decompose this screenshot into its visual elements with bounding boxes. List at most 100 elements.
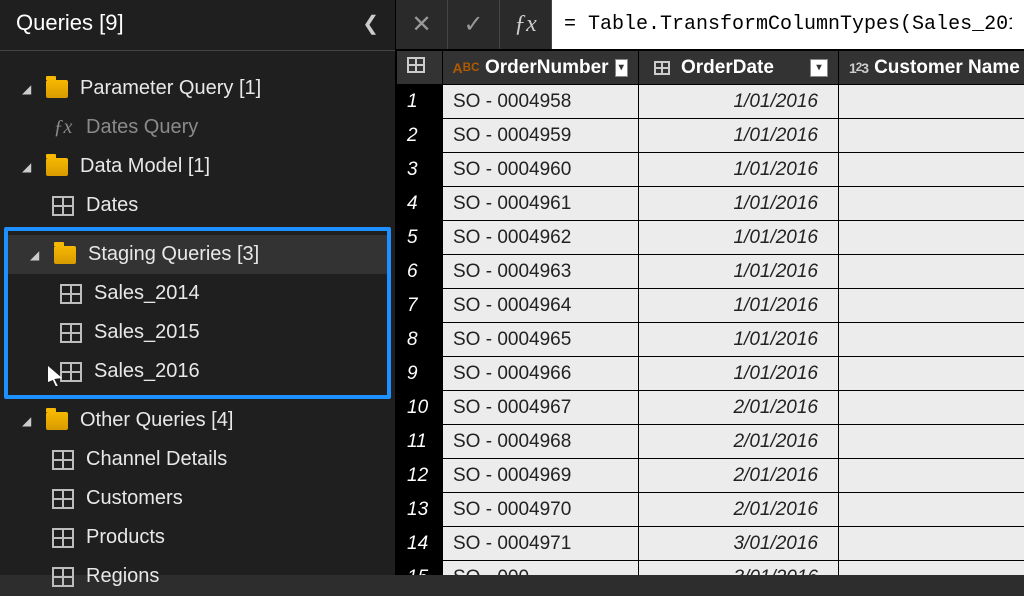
- cell-orderdate[interactable]: 2/01/2016: [639, 493, 839, 527]
- cell-customer[interactable]: [839, 459, 1024, 493]
- cell-customer[interactable]: [839, 221, 1024, 255]
- cell-customer[interactable]: [839, 357, 1024, 391]
- table-row[interactable]: 2SO - 00049591/01/2016: [397, 119, 1024, 153]
- table-row[interactable]: 9SO - 00049661/01/2016: [397, 357, 1024, 391]
- row-number[interactable]: 10: [397, 391, 443, 425]
- row-number[interactable]: 3: [397, 153, 443, 187]
- fx-icon[interactable]: ƒx: [500, 0, 552, 49]
- cell-ordernumber[interactable]: SO - 0004970: [443, 493, 639, 527]
- cell-orderdate[interactable]: 1/01/2016: [639, 221, 839, 255]
- cell-orderdate[interactable]: 1/01/2016: [639, 255, 839, 289]
- expander-icon[interactable]: ◢: [22, 82, 34, 96]
- row-number[interactable]: 15: [397, 561, 443, 576]
- cell-orderdate[interactable]: 1/01/2016: [639, 119, 839, 153]
- cell-customer[interactable]: [839, 425, 1024, 459]
- cell-ordernumber[interactable]: SO - 0004968: [443, 425, 639, 459]
- table-row[interactable]: 4SO - 00049611/01/2016: [397, 187, 1024, 221]
- cell-ordernumber[interactable]: SO - 0004967: [443, 391, 639, 425]
- query-item[interactable]: Channel Details: [0, 440, 395, 479]
- table-row[interactable]: 15SO - 0003/01/2016: [397, 561, 1024, 576]
- select-all-corner[interactable]: [397, 51, 443, 85]
- query-item[interactable]: Sales_2015: [8, 313, 387, 352]
- table-row[interactable]: 1SO - 00049581/01/2016: [397, 85, 1024, 119]
- cell-customer[interactable]: [839, 187, 1024, 221]
- query-group[interactable]: ◢Parameter Query [1]: [0, 69, 395, 108]
- query-group[interactable]: ◢Other Queries [4]: [0, 401, 395, 440]
- cell-ordernumber[interactable]: SO - 0004965: [443, 323, 639, 357]
- cell-orderdate[interactable]: 1/01/2016: [639, 323, 839, 357]
- filter-dropdown-icon[interactable]: ▾: [810, 59, 828, 77]
- cell-customer[interactable]: [839, 323, 1024, 357]
- cell-orderdate[interactable]: 2/01/2016: [639, 459, 839, 493]
- row-number[interactable]: 12: [397, 459, 443, 493]
- table-row[interactable]: 8SO - 00049651/01/2016: [397, 323, 1024, 357]
- cell-ordernumber[interactable]: SO - 0004960: [443, 153, 639, 187]
- query-group[interactable]: ◢Staging Queries [3]: [8, 235, 387, 274]
- column-header[interactable]: 123Customer Name Inc▾: [839, 51, 1024, 85]
- cell-orderdate[interactable]: 1/01/2016: [639, 289, 839, 323]
- cell-ordernumber[interactable]: SO - 0004964: [443, 289, 639, 323]
- row-number[interactable]: 2: [397, 119, 443, 153]
- table-row[interactable]: 10SO - 00049672/01/2016: [397, 391, 1024, 425]
- expander-icon[interactable]: ◢: [22, 160, 34, 174]
- cell-ordernumber[interactable]: SO - 0004959: [443, 119, 639, 153]
- commit-formula-button[interactable]: ✓: [448, 0, 500, 49]
- table-row[interactable]: 11SO - 00049682/01/2016: [397, 425, 1024, 459]
- query-item[interactable]: Dates: [0, 186, 395, 225]
- row-number[interactable]: 9: [397, 357, 443, 391]
- expander-icon[interactable]: ◢: [30, 248, 42, 262]
- cell-customer[interactable]: [839, 493, 1024, 527]
- table-row[interactable]: 7SO - 00049641/01/2016: [397, 289, 1024, 323]
- query-item[interactable]: ƒxDates Query: [0, 108, 395, 147]
- cell-orderdate[interactable]: 1/01/2016: [639, 357, 839, 391]
- query-group[interactable]: ◢Data Model [1]: [0, 147, 395, 186]
- row-number[interactable]: 8: [397, 323, 443, 357]
- row-number[interactable]: 14: [397, 527, 443, 561]
- collapse-chevron-icon[interactable]: ❮: [362, 11, 379, 36]
- cell-ordernumber[interactable]: SO - 0004958: [443, 85, 639, 119]
- cell-orderdate[interactable]: 3/01/2016: [639, 527, 839, 561]
- column-header[interactable]: OrderDate▾: [639, 51, 839, 85]
- expander-icon[interactable]: ◢: [22, 414, 34, 428]
- cancel-formula-button[interactable]: ✕: [396, 0, 448, 49]
- cell-ordernumber[interactable]: SO - 0004962: [443, 221, 639, 255]
- cell-ordernumber[interactable]: SO - 0004971: [443, 527, 639, 561]
- cell-orderdate[interactable]: 1/01/2016: [639, 153, 839, 187]
- row-number[interactable]: 1: [397, 85, 443, 119]
- cell-customer[interactable]: [839, 153, 1024, 187]
- row-number[interactable]: 7: [397, 289, 443, 323]
- cell-orderdate[interactable]: 2/01/2016: [639, 391, 839, 425]
- cell-customer[interactable]: [839, 527, 1024, 561]
- cell-customer[interactable]: [839, 85, 1024, 119]
- cell-customer[interactable]: [839, 119, 1024, 153]
- column-header[interactable]: ABCOrderNumber▾: [443, 51, 639, 85]
- row-number[interactable]: 4: [397, 187, 443, 221]
- table-row[interactable]: 3SO - 00049601/01/2016: [397, 153, 1024, 187]
- formula-input[interactable]: [552, 0, 1024, 49]
- filter-dropdown-icon[interactable]: ▾: [615, 59, 628, 77]
- cell-customer[interactable]: [839, 289, 1024, 323]
- cell-customer[interactable]: [839, 561, 1024, 576]
- cell-customer[interactable]: [839, 255, 1024, 289]
- table-row[interactable]: 6SO - 00049631/01/2016: [397, 255, 1024, 289]
- row-number[interactable]: 6: [397, 255, 443, 289]
- query-item[interactable]: Sales_2014: [8, 274, 387, 313]
- cell-customer[interactable]: [839, 391, 1024, 425]
- table-row[interactable]: 5SO - 00049621/01/2016: [397, 221, 1024, 255]
- cell-orderdate[interactable]: 3/01/2016: [639, 561, 839, 576]
- row-number[interactable]: 5: [397, 221, 443, 255]
- row-number[interactable]: 13: [397, 493, 443, 527]
- query-item[interactable]: Customers: [0, 479, 395, 518]
- cell-ordernumber[interactable]: SO - 0004966: [443, 357, 639, 391]
- query-item[interactable]: Regions: [0, 557, 395, 596]
- table-row[interactable]: 13SO - 00049702/01/2016: [397, 493, 1024, 527]
- cell-ordernumber[interactable]: SO - 000: [443, 561, 639, 576]
- cell-orderdate[interactable]: 1/01/2016: [639, 85, 839, 119]
- table-row[interactable]: 12SO - 00049692/01/2016: [397, 459, 1024, 493]
- query-item[interactable]: Products: [0, 518, 395, 557]
- cell-orderdate[interactable]: 1/01/2016: [639, 187, 839, 221]
- cell-orderdate[interactable]: 2/01/2016: [639, 425, 839, 459]
- table-row[interactable]: 14SO - 00049713/01/2016: [397, 527, 1024, 561]
- query-item[interactable]: Sales_2016: [8, 352, 387, 391]
- row-number[interactable]: 11: [397, 425, 443, 459]
